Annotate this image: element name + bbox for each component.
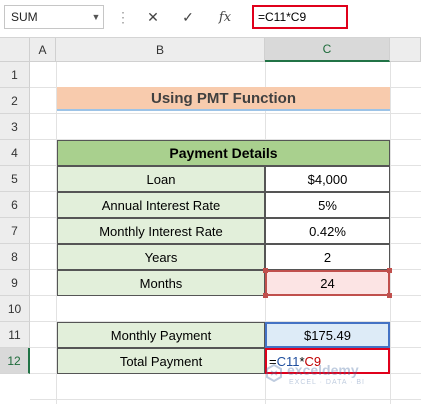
detail-label-loan[interactable]: Loan (57, 166, 265, 192)
total-payment-label[interactable]: Total Payment (57, 348, 265, 374)
monthly-payment-value[interactable]: $175.49 (265, 322, 390, 348)
row-header-11[interactable]: 11 (0, 322, 30, 348)
payment-details-header[interactable]: Payment Details (57, 140, 390, 166)
detail-value-months[interactable]: 24 (265, 270, 390, 296)
detail-value-loan[interactable]: $4,000 (265, 166, 390, 192)
row-header-3[interactable]: 3 (0, 114, 30, 140)
row-header-9[interactable]: 9 (0, 270, 30, 296)
row-header-4[interactable]: 4 (0, 140, 30, 166)
insert-function-icon[interactable]: fx (214, 5, 236, 29)
formula-input[interactable]: =C11*C9 (252, 5, 348, 29)
row-header-8[interactable]: 8 (0, 244, 30, 270)
gridline-vertical (390, 62, 391, 404)
column-header-empty (390, 38, 421, 62)
row-header-7[interactable]: 7 (0, 218, 30, 244)
detail-value-annual-rate[interactable]: 5% (265, 192, 390, 218)
range-handle[interactable] (387, 268, 392, 273)
monthly-payment-label[interactable]: Monthly Payment (57, 322, 265, 348)
detail-value-monthly-rate[interactable]: 0.42% (265, 218, 390, 244)
watermark-tagline: EXCEL · DATA · BI (289, 379, 365, 386)
detail-label-monthly-rate[interactable]: Monthly Interest Rate (57, 218, 265, 244)
detail-label-years[interactable]: Years (57, 244, 265, 270)
range-handle[interactable] (387, 293, 392, 298)
row-header-12[interactable]: 12 (0, 348, 30, 374)
sheet-title[interactable]: Using PMT Function (57, 87, 390, 111)
detail-value-years[interactable]: 2 (265, 244, 390, 270)
enter-icon[interactable]: ✓ (177, 5, 199, 29)
column-header-a[interactable]: A (30, 38, 56, 62)
range-handle[interactable] (263, 268, 268, 273)
cancel-icon[interactable]: ✕ (142, 5, 164, 29)
detail-label-months[interactable]: Months (57, 270, 265, 296)
column-header-c[interactable]: C (265, 38, 390, 62)
chevron-down-icon[interactable]: ▼ (88, 5, 104, 29)
row-header-6[interactable]: 6 (0, 192, 30, 218)
row-header-2[interactable]: 2 (0, 88, 30, 114)
drag-handle-icon[interactable]: ⋮ (116, 5, 130, 29)
row-header-5[interactable]: 5 (0, 166, 30, 192)
watermark: exceldemy EXCEL · DATA · BI (265, 360, 415, 394)
column-header-b[interactable]: B (56, 38, 265, 62)
range-handle[interactable] (263, 293, 268, 298)
row-header-10[interactable]: 10 (0, 296, 30, 322)
exceldemy-logo-icon (266, 364, 282, 382)
row-header-1[interactable]: 1 (0, 62, 30, 88)
watermark-name: exceldemy (287, 362, 359, 378)
gridline-horizontal (30, 113, 421, 114)
gridline-horizontal (30, 399, 421, 400)
select-all-corner[interactable] (0, 38, 30, 62)
detail-label-annual-rate[interactable]: Annual Interest Rate (57, 192, 265, 218)
